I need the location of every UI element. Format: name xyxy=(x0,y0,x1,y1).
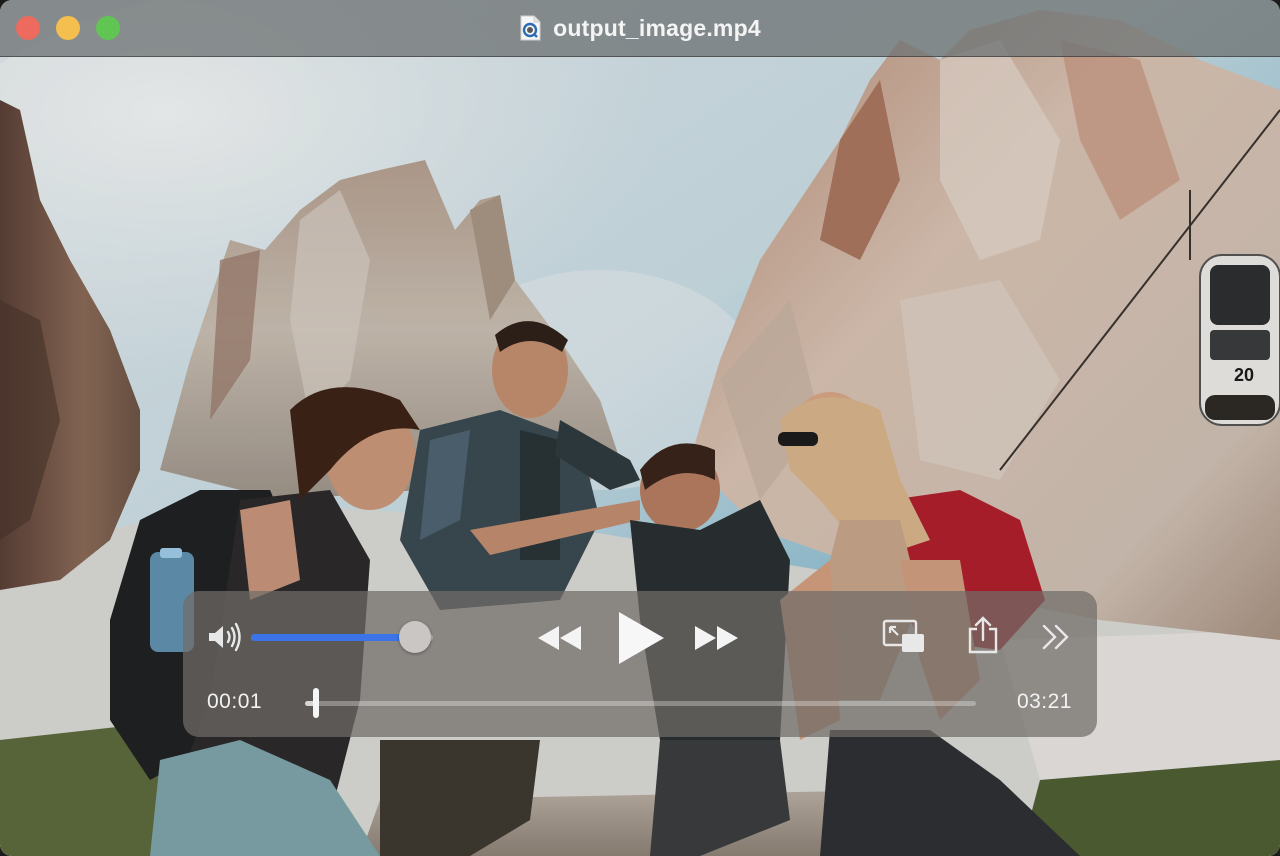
title-bar[interactable]: output_image.mp4 xyxy=(0,0,1280,57)
player-window: 20 output_image.mp4 00:01 03:21 xyxy=(0,0,1280,856)
current-time: 00:01 xyxy=(207,690,263,713)
volume-slider[interactable] xyxy=(251,621,433,653)
picture-in-picture-button[interactable] xyxy=(881,617,927,657)
playback-controls[interactable]: 00:01 03:21 xyxy=(183,591,1097,737)
rewind-icon xyxy=(538,626,581,650)
volume-slider-fill xyxy=(251,634,415,641)
rewind-button[interactable] xyxy=(535,619,585,657)
volume-slider-knob[interactable] xyxy=(398,621,431,653)
timeline-scrubber[interactable] xyxy=(305,688,976,718)
chevron-double-right-icon xyxy=(1042,624,1069,650)
duration-time: 03:21 xyxy=(1016,690,1072,713)
share-button[interactable] xyxy=(965,613,1001,657)
window-title: output_image.mp4 xyxy=(0,0,1280,56)
mute-button[interactable] xyxy=(205,621,245,653)
share-icon xyxy=(968,616,998,654)
fast-forward-button[interactable] xyxy=(691,619,741,657)
window-title-text: output_image.mp4 xyxy=(553,14,761,41)
fast-forward-icon xyxy=(695,626,738,650)
play-icon xyxy=(619,612,664,664)
more-options-button[interactable] xyxy=(1039,621,1075,653)
speaker-wave-icon xyxy=(209,622,241,652)
timeline-playhead[interactable] xyxy=(312,688,319,718)
picture-in-picture-icon xyxy=(882,619,924,652)
play-button[interactable] xyxy=(613,609,669,667)
quicktime-file-icon xyxy=(520,15,541,41)
